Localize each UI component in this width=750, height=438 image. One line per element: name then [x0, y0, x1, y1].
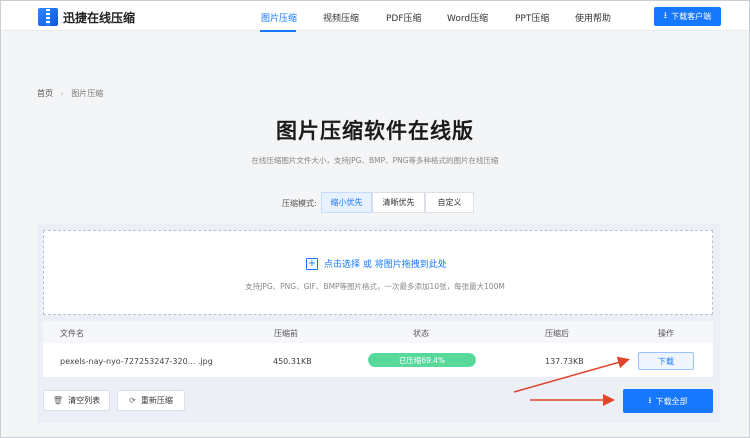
download-icon: ⭳ — [663, 11, 668, 21]
mode-label: 压缩模式: — [282, 199, 317, 208]
mode-option-smaller[interactable]: 缩小优先 — [321, 192, 372, 213]
upload-select-link[interactable]: + 点击选择 或 将图片拖拽到此处 — [306, 257, 447, 270]
zip-logo-icon[interactable] — [38, 8, 58, 26]
breadcrumb-current: 图片压缩 — [71, 89, 104, 98]
table-header: 文件名 压缩前 状态 压缩后 操作 — [43, 321, 713, 343]
plus-icon: + — [306, 257, 318, 270]
active-tab-indicator — [260, 30, 296, 32]
page-title: 图片压缩软件在线版 — [276, 119, 474, 143]
logo-text[interactable]: 迅捷在线压缩 — [63, 9, 135, 26]
clear-list-label: 清空列表 — [68, 396, 101, 405]
download-all-label: 下载全部 — [655, 396, 688, 406]
download-all-button[interactable]: ⭳ 下载全部 — [623, 389, 713, 413]
column-header-filename: 文件名 — [60, 329, 84, 338]
row-download-button[interactable]: 下载 — [638, 352, 694, 370]
nav-item-help[interactable]: 使用帮助 — [575, 11, 611, 24]
size-before: 450.31KB — [273, 357, 312, 366]
file-name: pexels-nay-nyo-727253247-320... .jpg — [60, 357, 213, 366]
download-icon: ⭳ — [648, 395, 652, 406]
nav-item-word-compress[interactable]: Word压缩 — [447, 11, 488, 24]
nav-item-video-compress[interactable]: 视频压缩 — [323, 11, 359, 24]
breadcrumb: 首页 › 图片压缩 — [37, 88, 103, 99]
mode-option-custom[interactable]: 自定义 — [425, 192, 474, 213]
upload-action-text: 点击选择 或 将图片拖拽到此处 — [324, 260, 447, 270]
page-subtitle: 在线压缩图片文件大小，支持JPG、BMP、PNG等多种格式的图片在线压缩 — [251, 156, 499, 165]
nav-item-ppt-compress[interactable]: PPT压缩 — [515, 11, 549, 24]
column-header-after: 压缩后 — [545, 329, 569, 338]
download-client-label: 下载客户端 — [671, 12, 712, 21]
column-header-before: 压缩前 — [274, 329, 298, 338]
size-after: 137.73KB — [545, 357, 584, 366]
recompress-label: 重新压缩 — [140, 396, 173, 405]
top-navbar: 迅捷在线压缩 图片压缩 视频压缩 PDF压缩 Word压缩 PPT压缩 使用帮助… — [1, 1, 749, 32]
trash-icon: 🗑 — [52, 396, 64, 405]
compress-status: 已压缩69.4% — [398, 355, 446, 365]
upload-dropzone[interactable] — [43, 230, 713, 315]
nav-item-image-compress[interactable]: 图片压缩 — [261, 11, 297, 24]
file-table: 文件名 压缩前 状态 压缩后 操作 pexels-nay-nyo-7272532… — [43, 321, 713, 377]
nav-item-pdf-compress[interactable]: PDF压缩 — [386, 11, 422, 24]
column-header-status: 状态 — [413, 329, 429, 338]
mode-option-clearer[interactable]: 清晰优先 — [372, 192, 425, 213]
compress-progress-bar: 已压缩69.4% — [368, 353, 476, 367]
clear-list-button[interactable]: 🗑 清空列表 — [43, 390, 110, 411]
chevron-right-icon: › — [60, 89, 64, 98]
refresh-icon: ⟳ — [129, 396, 136, 405]
breadcrumb-home[interactable]: 首页 — [37, 89, 53, 98]
column-header-action: 操作 — [658, 329, 674, 338]
download-client-button[interactable]: ⭳ 下载客户端 — [654, 7, 721, 26]
recompress-button[interactable]: ⟳ 重新压缩 — [117, 390, 185, 411]
upload-hint: 支持JPG、PNG、GIF、BMP等图片格式，一次最多添加10张，每张最大100… — [245, 282, 505, 291]
